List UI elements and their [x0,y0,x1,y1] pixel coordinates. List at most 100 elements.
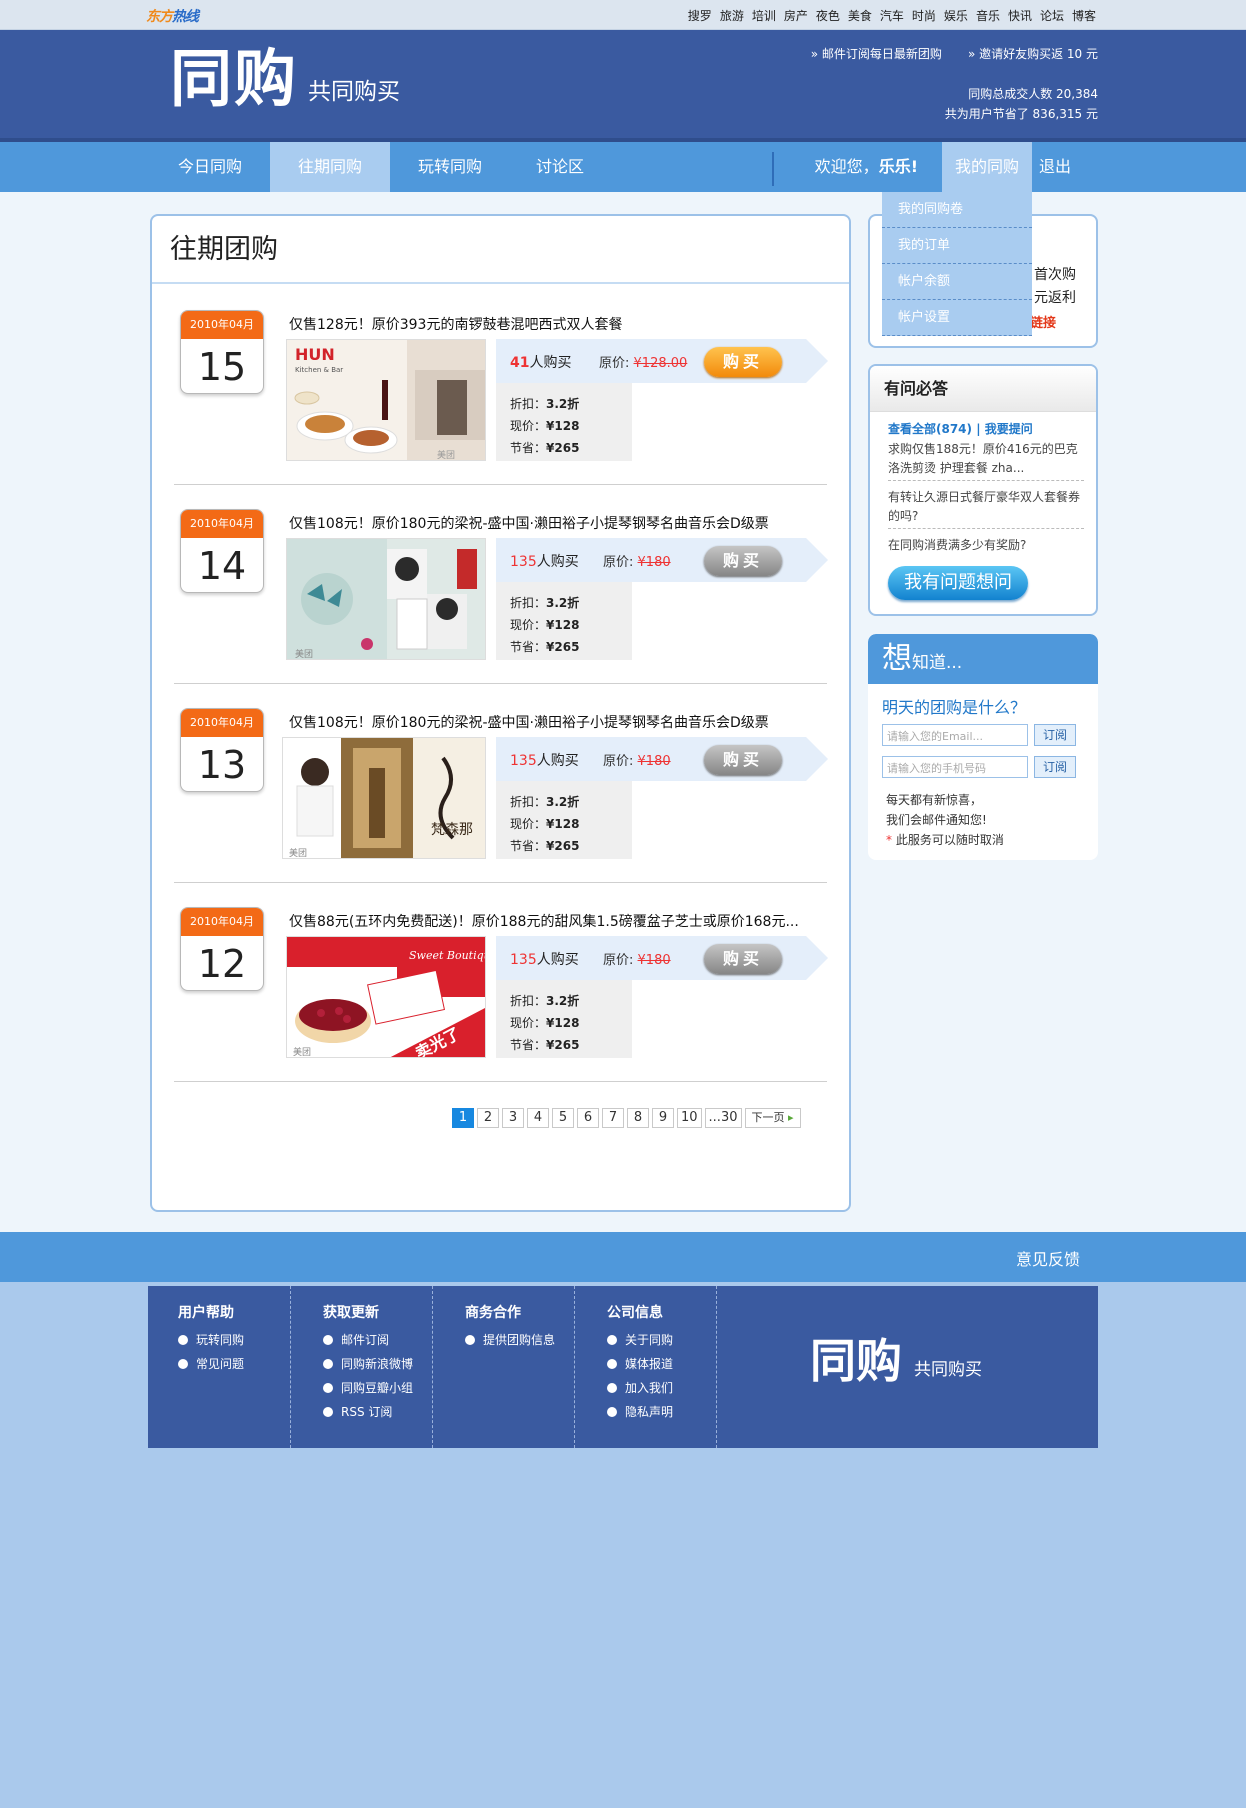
email-input[interactable]: 请输入您的Email... [882,724,1028,746]
brand-logo[interactable]: 同购 共同购买 [170,48,400,110]
subscribe-link[interactable]: » 邮件订阅每日最新团购 [811,45,942,62]
buy-button[interactable]: 购买 [704,347,782,377]
nav-my-tonggou[interactable]: 我的同购 [942,142,1032,192]
faq-question[interactable]: 求购仅售188元！原价416元的巴克洛洗剪烫 护理套餐 zha... [888,440,1084,481]
buy-button[interactable]: 购买 [704,745,782,775]
footer-col-company: 公司信息 关于同购 媒体报道 加入我们 隐私声明 [575,1286,717,1448]
top-nav-link[interactable]: 音乐 [976,7,1000,24]
nav-today[interactable]: 今日同购 [150,142,270,192]
page-button[interactable]: 1 [452,1108,474,1128]
top-nav-link[interactable]: 旅游 [720,7,744,24]
dropdown-my-vouchers[interactable]: 我的同购卷 [882,192,1032,228]
page-button[interactable]: 7 [602,1108,624,1128]
footer-link[interactable]: 同购新浪微博 [323,1352,432,1376]
top-nav: 搜罗 旅游 培训 房产 夜色 美食 汽车 时尚 娱乐 音乐 快讯 论坛 博客 [688,7,1096,24]
price-row: 现价：¥128 [510,614,632,636]
footer-link[interactable]: 玩转同购 [178,1328,290,1352]
dropdown-balance[interactable]: 帐户余额 [882,264,1032,300]
footer-link[interactable]: 隐私声明 [607,1400,716,1424]
top-nav-link[interactable]: 博客 [1072,7,1096,24]
footer-link[interactable]: RSS 订阅 [323,1400,432,1424]
top-nav-link[interactable]: 论坛 [1040,7,1064,24]
deal-title[interactable]: 仅售108元！原价180元的梁祝-盛中国·濑田裕子小提琴钢琴名曲音乐会D级票 [289,712,769,732]
price-band-arrow [806,339,828,383]
subscribe-header-small: 知道... [912,653,963,673]
footer-link[interactable]: 提供团购信息 [465,1328,574,1352]
page-button[interactable]: 2 [477,1108,499,1128]
footer-link[interactable]: 加入我们 [607,1376,716,1400]
invite-link[interactable]: » 邀请好友购买返 10 元 [968,45,1098,62]
bullet-icon [323,1359,333,1369]
page-button[interactable]: 9 [652,1108,674,1128]
deal-photo[interactable]: 梵森那 美团 [282,737,486,859]
deal-title[interactable]: 仅售128元！原价393元的南锣鼓巷混吧西式双人套餐 [289,314,622,334]
nav-past[interactable]: 往期同购 [270,142,390,192]
feedback-link[interactable]: 意见反馈 [1016,1246,1080,1270]
footer-link[interactable]: 同购豆瓣小组 [323,1376,432,1400]
invite-line-1: 首次购 [1034,267,1076,283]
page-button[interactable]: 3 [502,1108,524,1128]
footer-link[interactable]: 常见问题 [178,1352,290,1376]
page-button[interactable]: 10 [677,1108,702,1128]
next-page-button[interactable]: 下一页 ▸ [744,1108,801,1128]
buy-button[interactable]: 购买 [704,546,782,576]
page-button[interactable]: 4 [527,1108,549,1128]
deal-photo[interactable]: 美团 [286,538,486,660]
page-button[interactable]: 5 [552,1108,574,1128]
top-nav-link[interactable]: 培训 [752,7,776,24]
dropdown-my-orders[interactable]: 我的订单 [882,228,1032,264]
site-logo[interactable]: 东方热线 [146,6,199,26]
footer-link-label: 同购新浪微博 [341,1357,414,1371]
top-nav-link[interactable]: 房产 [784,7,808,24]
top-nav-link[interactable]: 美食 [848,7,872,24]
invite-link[interactable]: 链接 [1030,312,1056,331]
faq-question[interactable]: 有转让久源日式餐厅豪华双人套餐券的吗? [888,488,1084,529]
discount-label: 折扣： [510,397,547,411]
stat-saved: 共为用户节省了 836,315 元 [944,107,1098,121]
top-nav-link[interactable]: 搜罗 [688,7,712,24]
orig-value: ¥180 [637,754,671,769]
buy-button[interactable]: 购买 [704,944,782,974]
top-nav-link[interactable]: 汽车 [880,7,904,24]
page-button[interactable]: 6 [577,1108,599,1128]
faq-question[interactable]: 在同购消费满多少有奖励? [888,536,1084,557]
welcome-text: 欢迎您，乐乐! [810,142,930,192]
page-button[interactable]: ...30 [704,1108,742,1128]
dropdown-settings[interactable]: 帐户设置 [882,300,1032,336]
deal-title[interactable]: 仅售108元！原价180元的梁祝-盛中国·濑田裕子小提琴钢琴名曲音乐会D级票 [289,513,769,533]
ask-question-button[interactable]: 我有问题想问 [888,566,1028,600]
deal-title[interactable]: 仅售88元(五环内免费配送)！原价188元的甜风集1.5磅覆盆子芝士或原价168… [289,911,799,931]
deal-photo-art: HUN Kitchen & Bar 美团 [287,340,485,460]
top-nav-link[interactable]: 快讯 [1008,7,1032,24]
original-price: 原价: ¥180 [603,750,671,769]
bullet-icon [607,1407,617,1417]
top-nav-link[interactable]: 夜色 [816,7,840,24]
nav-play[interactable]: 玩转同购 [390,142,510,192]
subscribe-header-big: 想 [882,641,912,676]
date-month: 2010年04月 [181,510,263,538]
faq-links[interactable]: 查看全部(874) | 我要提问 [888,420,1033,437]
main-nav: 今日同购 往期同购 玩转同购 讨论区 欢迎您，乐乐! 我的同购 退出 [0,142,1246,192]
footer-link-label: 隐私声明 [625,1405,674,1419]
pagination: 1 2 3 4 5 6 7 8 9 10 ...30 下一页 ▸ [452,1108,801,1128]
buyers-suffix: 人购买 [536,753,579,769]
top-nav-link[interactable]: 时尚 [912,7,936,24]
phone-subscribe-button[interactable]: 订阅 [1034,756,1076,778]
footer-link[interactable]: 媒体报道 [607,1352,716,1376]
deal-photo[interactable]: HUN Kitchen & Bar 美团 [286,339,486,461]
page-button[interactable]: 8 [627,1108,649,1128]
footer-link[interactable]: 邮件订阅 [323,1328,432,1352]
footer-link[interactable]: 关于同购 [607,1328,716,1352]
original-price: 原价: ¥180 [603,949,671,968]
deal-photo[interactable]: Sweet Boutique 卖光了 美团 [286,936,486,1058]
footer-brand-slogan: 共同购买 [914,1360,982,1380]
top-nav-link[interactable]: 娱乐 [944,7,968,24]
logout-link[interactable]: 退出 [1032,142,1078,192]
buyers-suffix: 人购买 [536,554,579,570]
nav-forum[interactable]: 讨论区 [510,142,610,192]
note-line-3: * 此服务可以随时取消 [886,830,1004,850]
phone-input[interactable]: 请输入您的手机号码 [882,756,1028,778]
date-day: 15 [197,345,247,389]
invite-line-2: 元返利 [1034,290,1076,306]
email-subscribe-button[interactable]: 订阅 [1034,724,1076,746]
